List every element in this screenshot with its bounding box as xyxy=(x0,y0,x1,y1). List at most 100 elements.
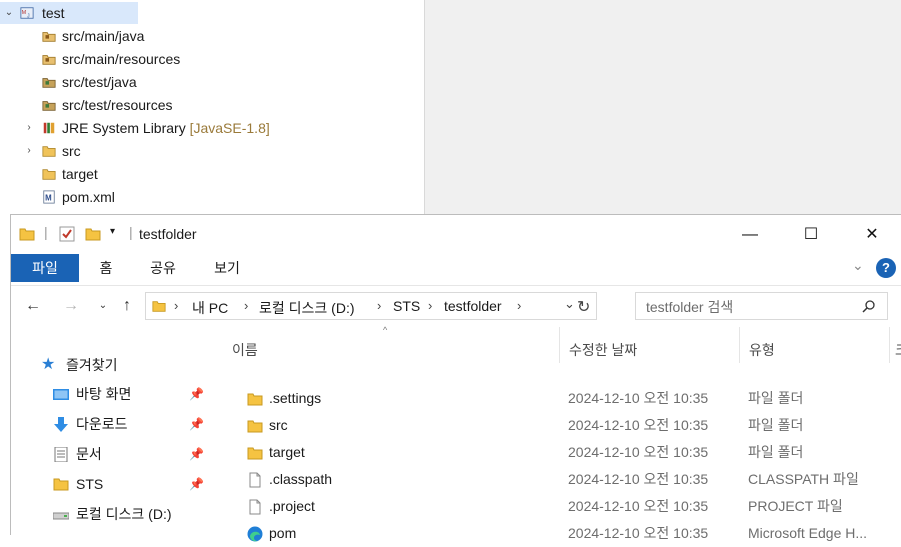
chevron-down-icon[interactable]: ⌄ xyxy=(2,2,16,24)
chevron-right-icon[interactable]: › xyxy=(22,140,36,162)
search-box[interactable] xyxy=(635,292,888,320)
folder-icon xyxy=(42,169,56,180)
chevron-right-icon[interactable]: › xyxy=(377,298,381,313)
project-name: test xyxy=(42,5,65,21)
file-row[interactable]: .project 2024-12-10 오전 10:35 PROJECT 파일 xyxy=(223,493,901,520)
folder-icon xyxy=(247,420,263,433)
address-dropdown-icon[interactable]: ⌄ xyxy=(564,296,575,312)
breadcrumb-this-pc[interactable]: 내 PC xyxy=(192,298,228,318)
chevron-right-icon[interactable]: › xyxy=(517,298,521,313)
nav-item-sts[interactable]: STS 📌 xyxy=(11,470,216,498)
tree-item-label: target xyxy=(62,166,98,182)
folder-icon xyxy=(247,393,263,406)
forward-button[interactable]: → xyxy=(59,294,83,318)
search-input[interactable] xyxy=(644,296,858,318)
tree-item-label: src/test/resources xyxy=(62,97,173,113)
tree-item-label: JRE System Library [JavaSE-1.8] xyxy=(62,117,270,139)
file-type: CLASSPATH 파일 xyxy=(748,471,859,487)
breadcrumb-sts[interactable]: STS xyxy=(393,298,420,314)
properties-icon[interactable] xyxy=(59,226,75,242)
minimize-button[interactable]: — xyxy=(727,221,773,249)
breadcrumb-local-disk[interactable]: 로컬 디스크 (D:) xyxy=(259,298,355,318)
library-name: JRE System Library xyxy=(62,120,186,136)
nav-item-downloads[interactable]: 다운로드 📌 xyxy=(11,410,216,438)
test-package-folder-icon xyxy=(42,78,56,88)
folder-icon xyxy=(152,301,166,312)
chevron-right-icon[interactable]: › xyxy=(244,298,248,313)
pin-icon[interactable]: 📌 xyxy=(189,470,204,498)
nav-label: 즐겨찾기 xyxy=(66,357,118,373)
pin-icon[interactable]: 📌 xyxy=(189,380,204,408)
column-divider[interactable] xyxy=(739,327,740,363)
file-name: target xyxy=(269,444,305,460)
tab-file[interactable]: 파일 xyxy=(11,254,79,282)
chevron-right-icon[interactable]: › xyxy=(22,117,36,139)
separator-icon: | xyxy=(44,224,48,240)
address-row: ← → ⌄ ↑ › 내 PC › 로컬 디스크 (D:) › STS › tes… xyxy=(11,285,901,326)
nav-quick-access[interactable]: ★ 즐겨찾기 xyxy=(11,351,216,379)
svg-text:M: M xyxy=(45,194,52,203)
editor-area xyxy=(424,0,901,214)
file-date: 2024-12-10 오전 10:35 xyxy=(568,471,709,487)
file-row[interactable]: target 2024-12-10 오전 10:35 파일 폴더 xyxy=(223,439,901,466)
new-folder-icon[interactable] xyxy=(85,227,101,241)
search-icon[interactable] xyxy=(862,299,876,313)
tab-share[interactable]: 공유 xyxy=(145,254,181,282)
column-size[interactable]: 크 xyxy=(895,336,901,364)
chevron-right-icon[interactable]: › xyxy=(428,298,432,313)
expand-ribbon-icon[interactable]: ⌄ xyxy=(852,257,864,274)
file-name: .classpath xyxy=(269,471,333,487)
up-button[interactable]: ↑ xyxy=(115,294,139,318)
library-version: [JavaSE-1.8] xyxy=(189,120,270,136)
customize-toolbar-icon[interactable]: ▾ xyxy=(110,226,115,237)
maven-pom-icon: M xyxy=(43,190,55,204)
refresh-icon[interactable]: ↻ xyxy=(577,297,590,317)
column-divider[interactable] xyxy=(889,327,890,363)
column-name[interactable]: 이름 xyxy=(232,336,258,364)
file-row[interactable]: pom 2024-12-10 오전 10:35 Microsoft Edge H… xyxy=(223,520,901,547)
file-row[interactable]: .settings 2024-12-10 오전 10:35 파일 폴더 xyxy=(223,385,901,412)
back-button[interactable]: ← xyxy=(21,294,45,318)
file-row[interactable]: .classpath 2024-12-10 오전 10:35 CLASSPATH… xyxy=(223,466,901,493)
svg-text:J: J xyxy=(27,13,30,19)
file-type: Microsoft Edge H... xyxy=(748,525,868,541)
tab-view[interactable]: 보기 xyxy=(209,254,245,282)
recent-locations-button[interactable]: ⌄ xyxy=(91,294,115,318)
close-button[interactable]: ✕ xyxy=(849,221,895,249)
column-date-modified[interactable]: 수정한 날짜 xyxy=(569,336,637,364)
column-type[interactable]: 유형 xyxy=(749,336,775,364)
nav-item-documents[interactable]: 문서 📌 xyxy=(11,440,216,468)
column-divider[interactable] xyxy=(559,327,560,363)
file-icon xyxy=(249,472,261,488)
ribbon-tabs: 파일 홈 공유 보기 ⌄ ? xyxy=(11,254,901,282)
file-date: 2024-12-10 오전 10:35 xyxy=(568,498,709,514)
breadcrumb-testfolder[interactable]: testfolder xyxy=(444,298,502,314)
file-icon xyxy=(249,499,261,515)
desktop-icon xyxy=(53,389,69,400)
tree-item-label: pom.xml xyxy=(62,189,115,205)
nav-item-local-disk[interactable]: 로컬 디스크 (D:) xyxy=(11,500,216,528)
window-title: testfolder xyxy=(139,226,197,242)
package-folder-icon xyxy=(42,55,56,65)
address-bar[interactable]: › 내 PC › 로컬 디스크 (D:) › STS › testfolder … xyxy=(145,292,597,320)
file-row[interactable]: src 2024-12-10 오전 10:35 파일 폴더 xyxy=(223,412,901,439)
nav-label: 로컬 디스크 (D:) xyxy=(76,506,172,522)
file-date: 2024-12-10 오전 10:35 xyxy=(568,525,709,541)
sort-ascending-icon: ^ xyxy=(383,325,388,335)
pin-icon[interactable]: 📌 xyxy=(189,440,204,468)
chevron-right-icon[interactable]: › xyxy=(174,298,178,313)
pin-icon[interactable]: 📌 xyxy=(189,410,204,438)
file-type: PROJECT 파일 xyxy=(748,498,843,514)
drive-icon xyxy=(53,512,69,520)
tab-home[interactable]: 홈 xyxy=(91,254,121,282)
test-package-folder-icon xyxy=(42,101,56,111)
file-date: 2024-12-10 오전 10:35 xyxy=(568,417,709,433)
file-name: src xyxy=(269,417,288,433)
help-icon[interactable]: ? xyxy=(876,258,896,278)
maximize-button[interactable]: ☐ xyxy=(788,221,834,249)
nav-item-desktop[interactable]: 바탕 화면 📌 xyxy=(11,380,216,408)
file-list: ^ 이름 수정한 날짜 유형 크 .settings 2024-12-10 오전… xyxy=(223,325,901,542)
tree-item-project[interactable]: ⌄ M J test xyxy=(0,2,138,24)
file-type: 파일 폴더 xyxy=(748,390,804,406)
download-icon xyxy=(54,417,68,432)
